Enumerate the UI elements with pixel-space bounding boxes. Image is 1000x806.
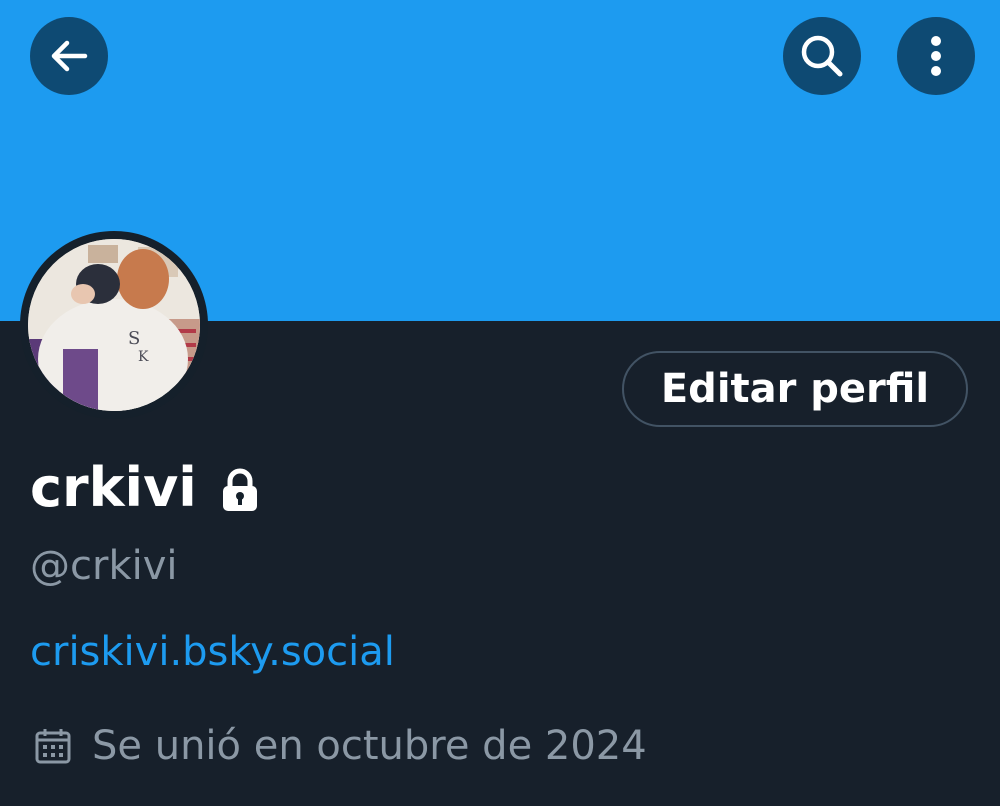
- svg-text:K: K: [138, 349, 149, 365]
- calendar-icon: [35, 729, 71, 764]
- search-button[interactable]: [783, 17, 861, 95]
- arrow-left-icon: [51, 40, 88, 72]
- search-icon: [801, 35, 843, 77]
- lock-icon: [222, 468, 257, 511]
- joined-text: Se unió en octubre de 2024: [92, 723, 647, 769]
- svg-text:S: S: [128, 328, 140, 349]
- edit-profile-button[interactable]: Editar perfil: [622, 351, 968, 427]
- profile-photo: S K: [28, 239, 200, 411]
- display-name: crkivi: [30, 456, 197, 519]
- website-link[interactable]: criskivi.bsky.social: [30, 626, 395, 678]
- joined-date-row: Se unió en octubre de 2024: [34, 720, 647, 772]
- edit-profile-label: Editar perfil: [660, 366, 930, 412]
- avatar[interactable]: S K: [20, 231, 208, 419]
- back-button[interactable]: [30, 17, 108, 95]
- display-name-row: crkivi: [30, 456, 259, 520]
- handle: @crkivi: [30, 543, 178, 589]
- more-options-button[interactable]: [897, 17, 975, 95]
- vertical-dots-icon: [931, 36, 941, 76]
